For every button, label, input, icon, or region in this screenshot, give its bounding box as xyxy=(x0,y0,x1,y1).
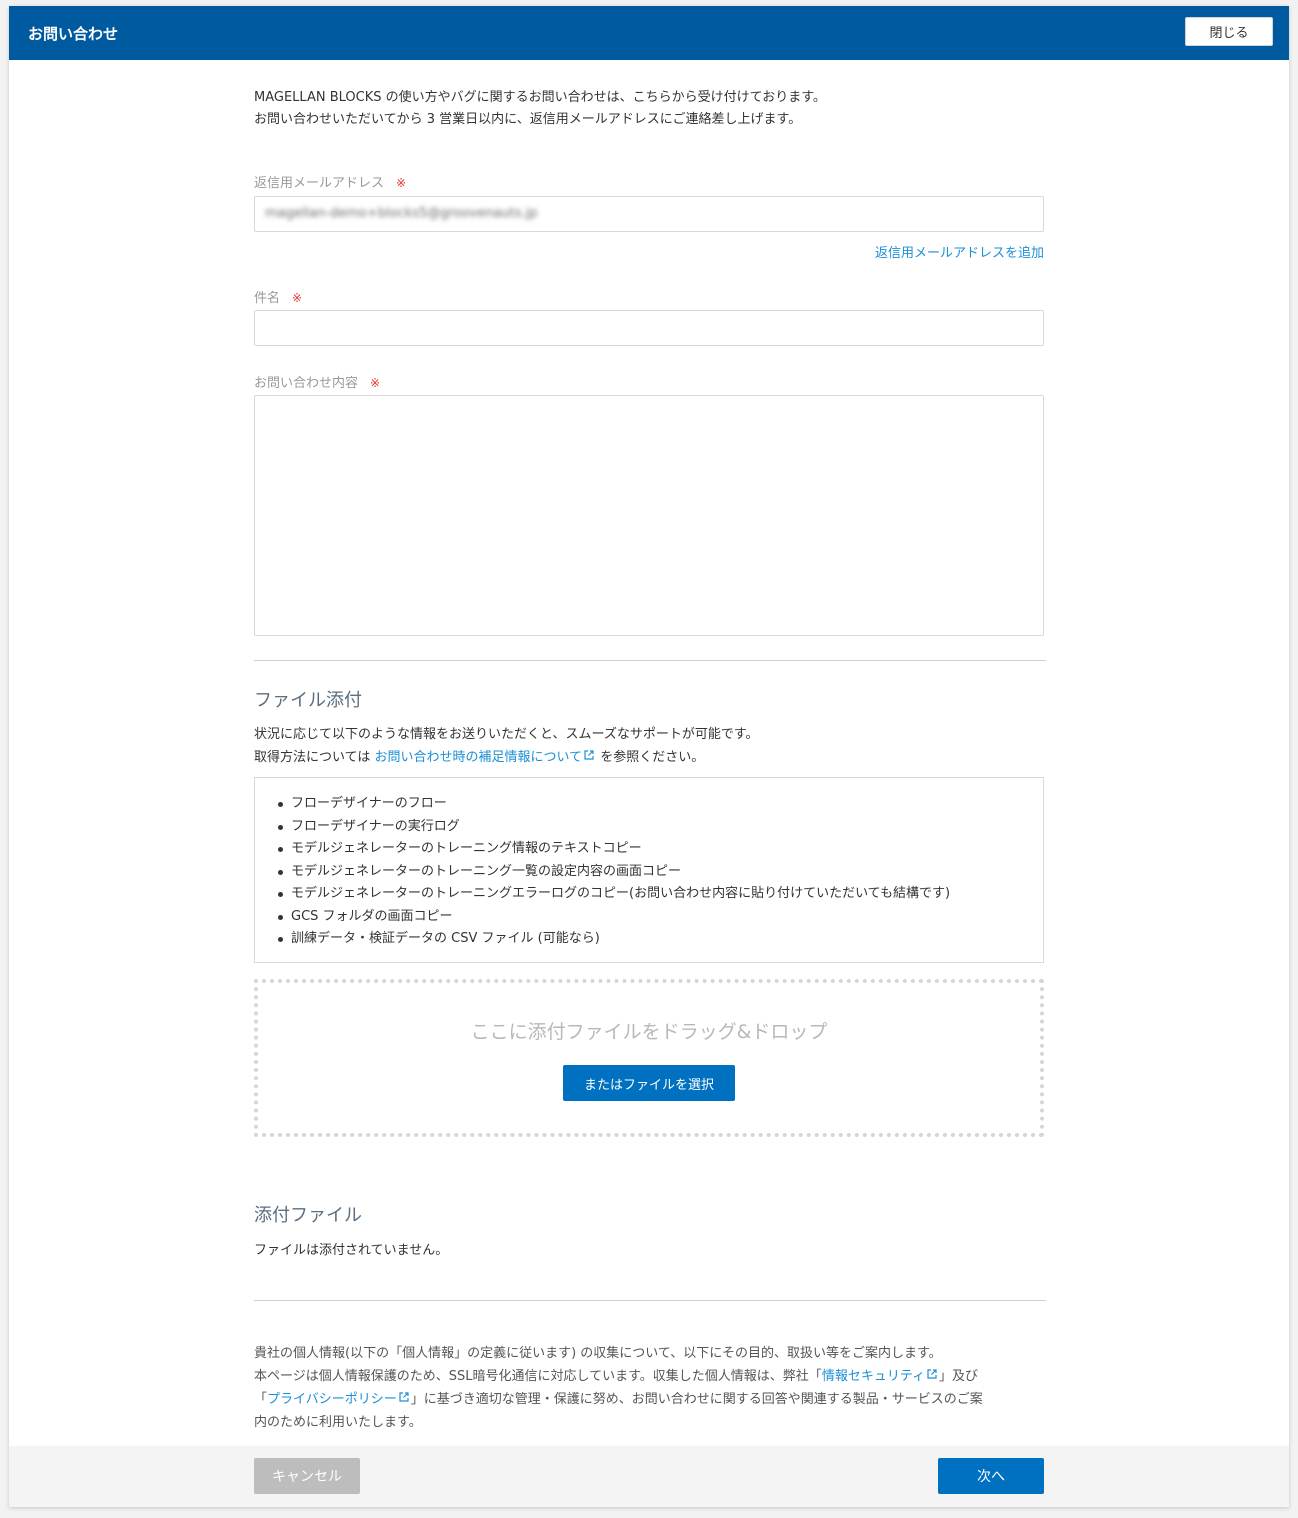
attach-desc-line-1: 状況に応じて以下のような情報をお送りいただくと、スムーズなサポートが可能です。 xyxy=(254,727,759,742)
divider xyxy=(254,660,1046,661)
body-label: お問い合わせ内容 ※ xyxy=(254,372,380,391)
attach-section-title: ファイル添付 xyxy=(254,690,362,711)
dropzone-text: ここに添付ファイルをドラッグ&ドロップ xyxy=(470,1021,828,1043)
contact-dialog: お問い合わせ 閉じる MAGELLAN BLOCKS の使い方やバグに関するお問… xyxy=(9,6,1289,1507)
privacy-line-2-mid: 」及び xyxy=(939,1369,979,1384)
body-label-text: お問い合わせ内容 xyxy=(254,376,359,391)
attached-files-title: 添付ファイル xyxy=(254,1205,362,1226)
required-mark: ※ xyxy=(370,376,381,390)
close-button[interactable]: 閉じる xyxy=(1185,17,1273,46)
subject-label-text: 件名 xyxy=(254,291,281,306)
cancel-button[interactable]: キャンセル xyxy=(254,1458,360,1494)
attach-info-box: フローデザイナーのフロー フローデザイナーの実行ログ モデルジェネレーターのトレ… xyxy=(254,777,1044,963)
email-label-text: 返信用メールアドレス xyxy=(254,176,385,191)
list-item: GCS フォルダの画面コピー xyxy=(278,906,1043,929)
email-label: 返信用メールアドレス ※ xyxy=(254,172,406,191)
select-file-button[interactable]: またはファイルを選択 xyxy=(563,1065,735,1101)
intro-text: MAGELLAN BLOCKS の使い方やバグに関するお問い合わせは、こちらから… xyxy=(254,87,826,131)
subject-label: 件名 ※ xyxy=(254,287,302,306)
no-attachment-text: ファイルは添付されていません。 xyxy=(254,1243,449,1258)
dialog-footer: キャンセル 次へ xyxy=(9,1446,1289,1507)
privacy-policy-link[interactable]: プライバシーポリシー xyxy=(267,1392,411,1407)
attach-info-list: フローデザイナーのフロー フローデザイナーの実行ログ モデルジェネレーターのトレ… xyxy=(255,778,1043,951)
list-item: モデルジェネレーターのトレーニング一覧の設定内容の画面コピー xyxy=(278,861,1043,884)
privacy-line-2: 本ページは個人情報保護のため、SSL暗号化通信に対応しています。収集した個人情報… xyxy=(254,1365,1044,1388)
supplementary-info-link-text: お問い合わせ時の補足情報について xyxy=(374,750,583,765)
add-email-link[interactable]: 返信用メールアドレスを追加 xyxy=(875,242,1044,261)
subject-input[interactable] xyxy=(254,310,1044,346)
attach-description: 状況に応じて以下のような情報をお送りいただくと、スムーズなサポートが可能です。 … xyxy=(254,723,759,769)
file-dropzone[interactable]: ここに添付ファイルをドラッグ&ドロップ またはファイルを選択 xyxy=(254,979,1044,1137)
privacy-line-3-suffix: 」に基づき適切な管理・保護に努め、お問い合わせに関する回答や関連する製品・サービ… xyxy=(410,1392,983,1407)
next-button[interactable]: 次へ xyxy=(938,1458,1044,1494)
list-item: 訓練データ・検証データの CSV ファイル (可能なら) xyxy=(278,928,1043,951)
privacy-line-3-prefix: 「 xyxy=(254,1392,268,1407)
privacy-line-1: 貴社の個人情報(以下の「個人情報」の定義に従います) の収集について、以下にその… xyxy=(254,1346,942,1361)
supplementary-info-link[interactable]: お問い合わせ時の補足情報について xyxy=(374,750,596,765)
divider xyxy=(254,1300,1046,1301)
attach-desc-prefix: 取得方法については xyxy=(254,750,375,765)
required-mark: ※ xyxy=(292,291,303,305)
information-security-link-text: 情報セキュリティ xyxy=(821,1369,926,1384)
list-item: モデルジェネレーターのトレーニングエラーログのコピー(お問い合わせ内容に貼り付け… xyxy=(278,883,1043,906)
external-link-icon xyxy=(927,1369,937,1379)
external-link-icon xyxy=(399,1392,409,1402)
list-item: モデルジェネレーターのトレーニング情報のテキストコピー xyxy=(278,838,1043,861)
attach-desc-line-2: 取得方法については お問い合わせ時の補足情報について を参照ください。 xyxy=(254,746,759,769)
attach-desc-suffix: を参照ください。 xyxy=(596,750,705,765)
intro-line-1: MAGELLAN BLOCKS の使い方やバグに関するお問い合わせは、こちらから… xyxy=(254,90,826,105)
information-security-link[interactable]: 情報セキュリティ xyxy=(822,1369,939,1384)
privacy-policy-link-text: プライバシーポリシー xyxy=(267,1392,397,1407)
privacy-notice: 貴社の個人情報(以下の「個人情報」の定義に従います) の収集について、以下にその… xyxy=(254,1342,1044,1434)
email-field[interactable]: magellan-demo+blocks5@groovenauts.jp xyxy=(254,196,1044,232)
privacy-line-3: 「プライバシーポリシー 」に基づき適切な管理・保護に努め、お問い合わせに関する回答… xyxy=(254,1388,1044,1411)
body-textarea[interactable] xyxy=(254,395,1044,636)
required-mark: ※ xyxy=(396,176,407,190)
privacy-line-4: 内のために利用いたします。 xyxy=(254,1415,422,1430)
email-value: magellan-demo+blocks5@groovenauts.jp xyxy=(265,206,538,221)
intro-line-2: お問い合わせいただいてから 3 営業日以内に、返信用メールアドレスにご連絡差し上… xyxy=(254,112,802,127)
external-link-icon xyxy=(584,750,594,760)
dialog-header: お問い合わせ 閉じる xyxy=(9,6,1289,60)
privacy-line-2-prefix: 本ページは個人情報保護のため、SSL暗号化通信に対応しています。収集した個人情報… xyxy=(254,1369,822,1384)
list-item: フローデザイナーのフロー xyxy=(278,793,1043,816)
dialog-title: お問い合わせ xyxy=(28,25,119,43)
list-item: フローデザイナーの実行ログ xyxy=(278,816,1043,839)
